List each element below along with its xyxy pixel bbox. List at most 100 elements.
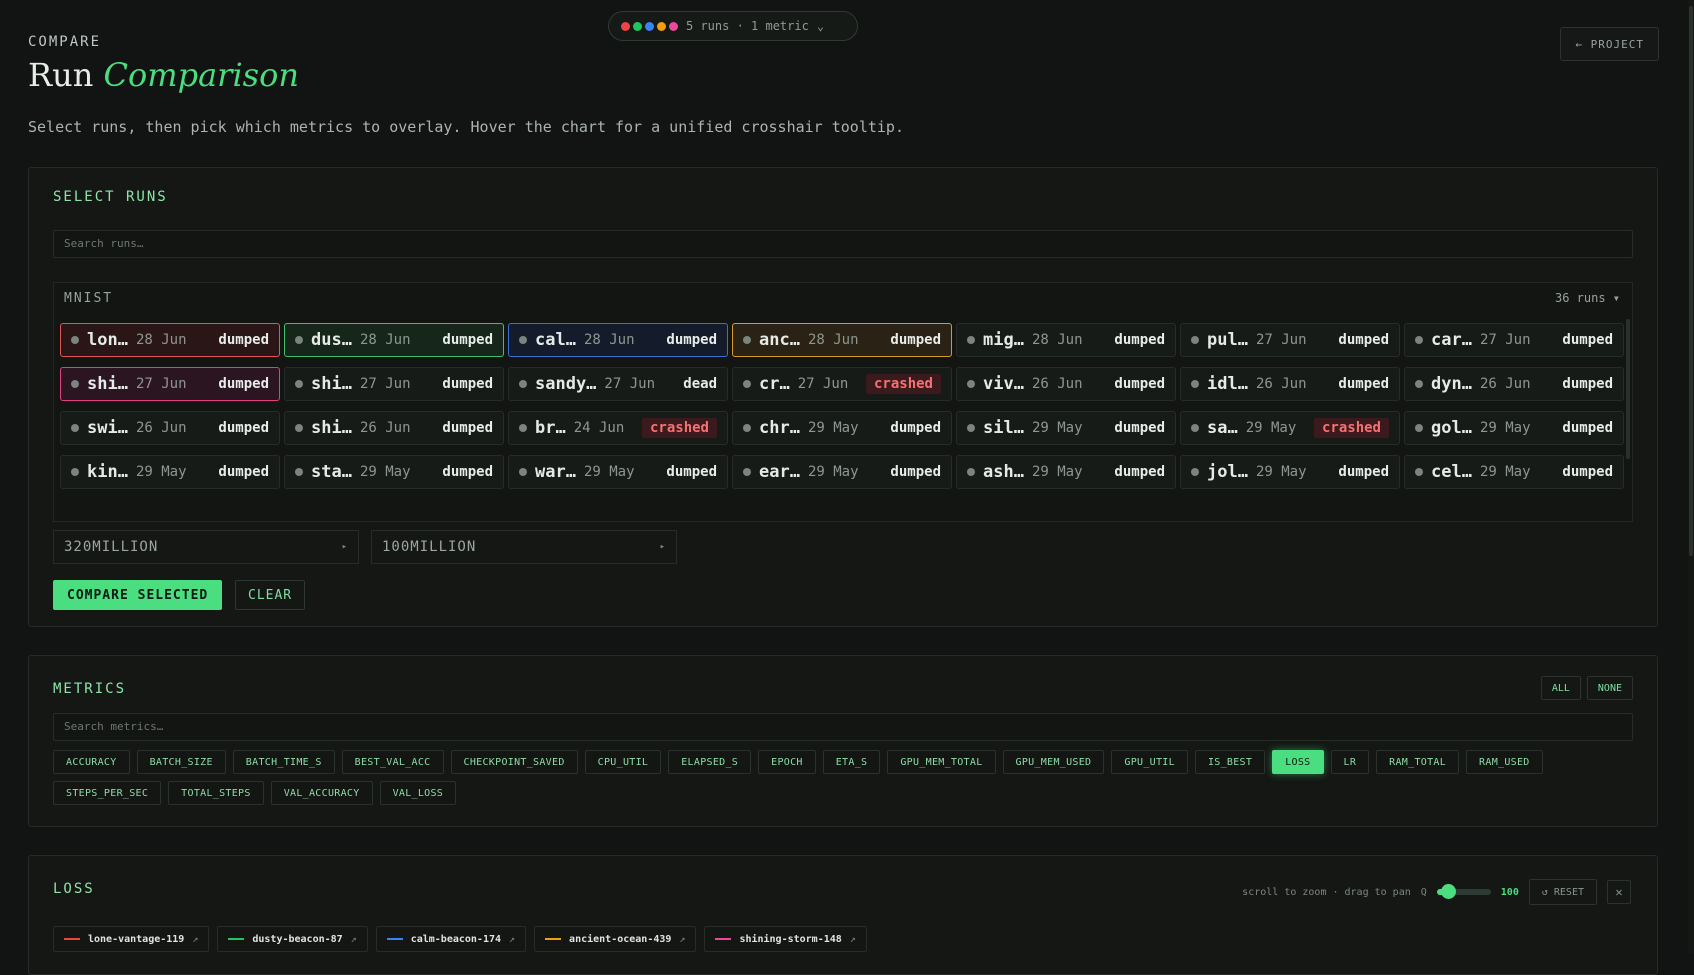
legend-item[interactable]: shining-storm-148 ↗ bbox=[704, 926, 867, 952]
page-scrollbar[interactable] bbox=[1688, 0, 1694, 953]
metric-chip-val-accuracy[interactable]: VAL_ACCURACY bbox=[270, 781, 373, 805]
project-button[interactable]: ← PROJECT bbox=[1560, 27, 1659, 61]
run-chip[interactable]: cal… 28 Jun dumped bbox=[508, 323, 728, 357]
folder-100million[interactable]: 100MILLION ▸ bbox=[371, 530, 677, 564]
run-chip[interactable]: shi… 26 Jun dumped bbox=[284, 411, 504, 445]
legend-item[interactable]: ancient-ocean-439 ↗ bbox=[534, 926, 697, 952]
metric-chip-val-loss[interactable]: VAL_LOSS bbox=[379, 781, 457, 805]
select-all-metrics-button[interactable]: ALL bbox=[1540, 676, 1581, 700]
run-summary-pill[interactable]: 5 runs · 1 metric ⌄ bbox=[608, 11, 858, 41]
metric-chip-ram-used[interactable]: RAM_USED bbox=[1466, 750, 1543, 774]
clear-button[interactable]: CLEAR bbox=[235, 580, 306, 610]
run-chip[interactable]: swi… 26 Jun dumped bbox=[60, 411, 280, 445]
run-grid-scrollbar[interactable] bbox=[1626, 319, 1630, 459]
run-status-dot bbox=[743, 380, 751, 388]
zoom-slider-knob[interactable] bbox=[1440, 884, 1456, 899]
compare-selected-button[interactable]: COMPARE SELECTED bbox=[53, 580, 223, 610]
status-badge: crashed bbox=[641, 418, 717, 438]
run-color-dot bbox=[657, 21, 666, 31]
metric-chip-lr[interactable]: LR bbox=[1330, 750, 1370, 774]
run-chip[interactable]: ash… 29 May dumped bbox=[956, 455, 1176, 489]
metric-chip-batch-size[interactable]: BATCH_SIZE bbox=[136, 750, 226, 774]
run-status-dot bbox=[295, 380, 303, 388]
external-link-icon[interactable]: ↗ bbox=[509, 934, 515, 945]
runs-search-input[interactable]: Search runs… bbox=[53, 230, 1633, 258]
run-chip[interactable]: sandy… 27 Jun dead bbox=[508, 367, 728, 401]
legend-item[interactable]: dusty-beacon-87 ↗ bbox=[217, 926, 368, 952]
run-name: ear… bbox=[759, 462, 800, 482]
run-chip[interactable]: viv… 26 Jun dumped bbox=[956, 367, 1176, 401]
run-status-dot bbox=[1191, 424, 1199, 432]
run-group-count[interactable]: 36 runs ▾ bbox=[1555, 291, 1620, 305]
run-chip[interactable]: car… 27 Jun dumped bbox=[1404, 323, 1624, 357]
metric-chip-gpu-util[interactable]: GPU_UTIL bbox=[1111, 750, 1188, 774]
run-chip[interactable]: kin… 29 May dumped bbox=[60, 455, 280, 489]
page-scrollbar-thumb[interactable] bbox=[1689, 6, 1693, 556]
status-badge: dumped bbox=[1338, 376, 1389, 392]
run-chip[interactable]: idl… 26 Jun dumped bbox=[1180, 367, 1400, 401]
run-chip[interactable]: sta… 29 May dumped bbox=[284, 455, 504, 489]
external-link-icon[interactable]: ↗ bbox=[679, 934, 685, 945]
run-date: 29 May bbox=[1031, 464, 1083, 480]
metric-chip-gpu-mem-used[interactable]: GPU_MEM_USED bbox=[1002, 750, 1105, 774]
run-chip[interactable]: br… 24 Jun crashed bbox=[508, 411, 728, 445]
metric-chip-ram-total[interactable]: RAM_TOTAL bbox=[1376, 750, 1460, 774]
run-chip[interactable]: dyn… 26 Jun dumped bbox=[1404, 367, 1624, 401]
run-chip[interactable]: sa… 29 May crashed bbox=[1180, 411, 1400, 445]
legend-item[interactable]: lone-vantage-119 ↗ bbox=[53, 926, 210, 952]
metric-chip-is-best[interactable]: IS_BEST bbox=[1194, 750, 1266, 774]
legend-item[interactable]: calm-beacon-174 ↗ bbox=[375, 926, 527, 952]
metric-chip-gpu-mem-total[interactable]: GPU_MEM_TOTAL bbox=[887, 750, 996, 774]
run-chip[interactable]: lon… 28 Jun dumped bbox=[60, 323, 280, 357]
metric-chip-batch-time-s[interactable]: BATCH_TIME_S bbox=[232, 750, 335, 774]
folder-320million[interactable]: 320MILLION ▸ bbox=[53, 530, 359, 564]
metric-chip-elapsed-s[interactable]: ELAPSED_S bbox=[668, 750, 752, 774]
select-runs-title: SELECT RUNS bbox=[53, 189, 168, 205]
external-link-icon[interactable]: ↗ bbox=[351, 934, 357, 945]
run-chip[interactable]: sil… 29 May dumped bbox=[956, 411, 1176, 445]
run-status-dot bbox=[519, 336, 527, 344]
metric-chip-epoch[interactable]: EPOCH bbox=[758, 750, 816, 774]
metric-chip-eta-s[interactable]: ETA_S bbox=[822, 750, 881, 774]
run-status-dot bbox=[967, 380, 975, 388]
run-date: 27 Jun bbox=[797, 376, 849, 392]
run-chip[interactable]: dus… 28 Jun dumped bbox=[284, 323, 504, 357]
metric-chip-accuracy[interactable]: ACCURACY bbox=[53, 750, 130, 774]
run-chip[interactable]: shi… 27 Jun dumped bbox=[284, 367, 504, 401]
metric-chip-best-val-acc[interactable]: BEST_VAL_ACC bbox=[341, 750, 444, 774]
status-badge: dumped bbox=[890, 464, 941, 480]
status-badge: dumped bbox=[218, 420, 269, 436]
metric-chip-checkpoint-saved[interactable]: CHECKPOINT_SAVED bbox=[450, 750, 578, 774]
run-chip[interactable]: ear… 29 May dumped bbox=[732, 455, 952, 489]
run-summary-text: 5 runs · 1 metric bbox=[686, 19, 809, 33]
run-color-dots bbox=[621, 21, 678, 31]
run-date: 28 Jun bbox=[807, 332, 859, 348]
metric-chip-steps-per-sec[interactable]: STEPS_PER_SEC bbox=[53, 781, 162, 805]
metric-chip-loss[interactable]: LOSS bbox=[1272, 750, 1324, 774]
run-date: 27 Jun bbox=[604, 376, 655, 392]
run-chip[interactable]: cel… 29 May dumped bbox=[1404, 455, 1624, 489]
run-date: 28 Jun bbox=[583, 332, 635, 348]
run-chip[interactable]: cr… 27 Jun crashed bbox=[732, 367, 952, 401]
run-chip[interactable]: chr… 29 May dumped bbox=[732, 411, 952, 445]
run-name: mig… bbox=[983, 330, 1024, 350]
run-chip[interactable]: war… 29 May dumped bbox=[508, 455, 728, 489]
close-icon[interactable]: ✕ bbox=[1607, 880, 1631, 904]
run-date: 29 May bbox=[1255, 464, 1307, 480]
select-no-metrics-button[interactable]: NONE bbox=[1586, 676, 1633, 700]
run-chip[interactable]: gol… 29 May dumped bbox=[1404, 411, 1624, 445]
run-chip[interactable]: pul… 27 Jun dumped bbox=[1180, 323, 1400, 357]
zoom-slider[interactable] bbox=[1436, 884, 1491, 899]
run-chip[interactable]: anc… 28 Jun dumped bbox=[732, 323, 952, 357]
metrics-search-input[interactable]: Search metrics… bbox=[53, 713, 1633, 741]
metric-chip-cpu-util[interactable]: CPU_UTIL bbox=[584, 750, 662, 774]
external-link-icon[interactable]: ↗ bbox=[850, 934, 856, 945]
status-badge: dumped bbox=[1338, 332, 1389, 348]
run-chip[interactable]: shi… 27 Jun dumped bbox=[60, 367, 280, 401]
external-link-icon[interactable]: ↗ bbox=[192, 934, 198, 945]
metric-chip-total-steps[interactable]: TOTAL_STEPS bbox=[168, 781, 264, 805]
run-chip[interactable]: jol… 29 May dumped bbox=[1180, 455, 1400, 489]
run-chip[interactable]: mig… 28 Jun dumped bbox=[956, 323, 1176, 357]
reset-zoom-button[interactable]: ↺ RESET bbox=[1528, 879, 1597, 905]
run-status-dot bbox=[743, 424, 751, 432]
